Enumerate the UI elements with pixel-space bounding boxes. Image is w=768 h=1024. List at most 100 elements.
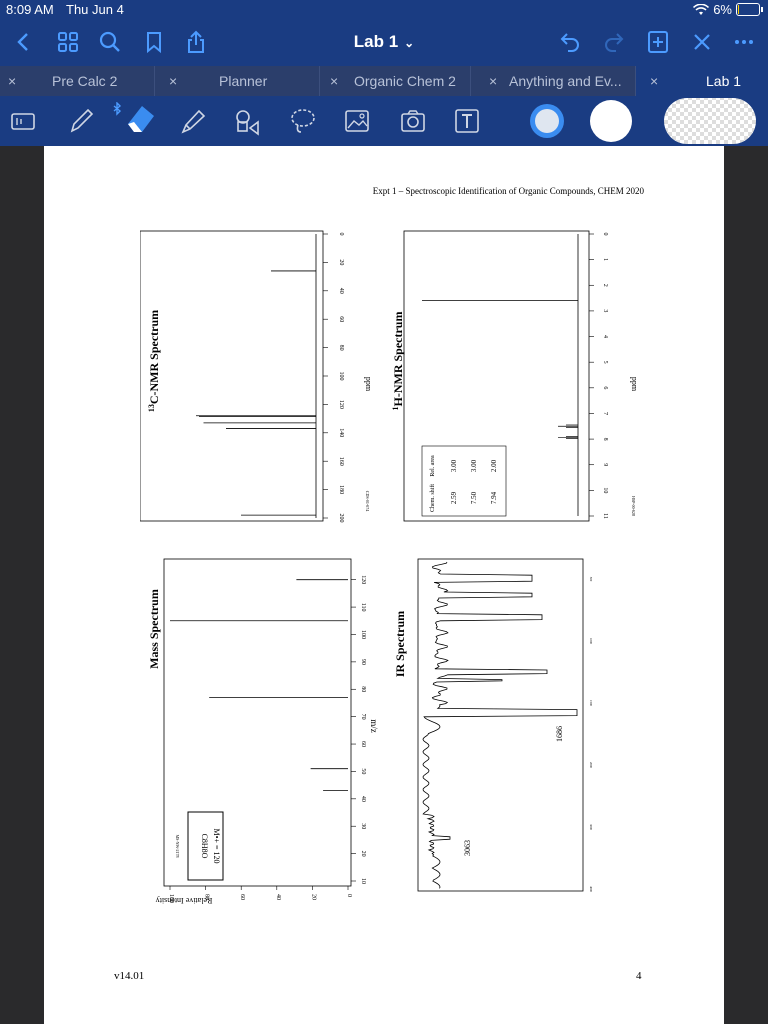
page-footer-version: v14.01 — [114, 970, 145, 982]
h1-tick-label: 5 — [602, 361, 608, 364]
ms-formula-box: C8H8O M•+ = 120 — [187, 811, 224, 881]
nav-bar: Lab 1 ⌄ — [0, 20, 768, 66]
image-icon[interactable] — [342, 106, 372, 136]
ms-tick-label: 80 — [360, 686, 366, 692]
wifi-icon — [693, 3, 710, 15]
ms-tick-label: 10 — [360, 878, 366, 884]
close-icon[interactable]: × — [650, 66, 658, 96]
tab-organic-chem[interactable]: × Organic Chem 2 — [320, 66, 471, 96]
ir-title: IR Spectrum — [393, 611, 407, 677]
c13-tick-label: 0 — [338, 233, 344, 236]
svg-text:13C-NMR Spectrum: 13C-NMR Spectrum — [147, 310, 161, 412]
tab-label[interactable]: Anything and Ev... — [509, 66, 622, 96]
document-page[interactable]: Expt 1 – Spectroscopic Identification of… — [44, 146, 724, 1024]
h1-tick-label: 8 — [602, 438, 608, 441]
tool-bar — [0, 96, 768, 146]
h1-title-rest: H-NMR Spectrum — [392, 312, 405, 407]
ir-tick-label: 2000 — [589, 762, 593, 769]
ir-peak-label: 3063 — [463, 840, 472, 856]
ir-tick-label: 1500 — [589, 700, 593, 707]
ms-ytick-label: 40 — [275, 894, 281, 900]
highlighter-icon[interactable] — [178, 106, 208, 136]
c13-tick-label: 160 — [338, 457, 344, 466]
color-swatch-white[interactable] — [588, 98, 634, 144]
tab-pre-calc[interactable]: × Pre Calc 2 — [0, 66, 155, 96]
c13-tick-label: 140 — [338, 428, 344, 437]
h1-tick-label: 6 — [602, 386, 608, 389]
h1-tick-label: 1 — [602, 258, 608, 261]
c13-tick-label: 40 — [338, 288, 344, 294]
tab-label[interactable]: Organic Chem 2 — [354, 66, 456, 96]
eraser-icon[interactable] — [122, 100, 158, 136]
ir-tick-label: 3000 — [589, 824, 593, 831]
tab-bar: × Pre Calc 2 × Planner × Organic Chem 2 × An… — [0, 66, 768, 96]
shapes-icon[interactable] — [232, 106, 262, 136]
close-icon[interactable]: × — [489, 66, 497, 96]
tab-label[interactable]: Lab 1 — [706, 66, 741, 96]
c13-tick-label: 120 — [338, 400, 344, 409]
text-box-icon[interactable] — [452, 106, 482, 136]
pen-icon[interactable] — [66, 106, 96, 136]
c13-unit: ppm — [364, 377, 373, 392]
ms-title: Mass Spectrum — [147, 589, 161, 669]
lasso-icon[interactable] — [288, 106, 318, 136]
ir-tick-label: 1000 — [589, 638, 593, 645]
h1-tick-label: 9 — [602, 463, 608, 466]
tab-label[interactable]: Planner — [219, 66, 267, 96]
battery-icon — [736, 3, 763, 16]
c13-title-rest: C-NMR Spectrum — [147, 310, 161, 404]
h1-integration-table: Chem. shift Rel. area 2.59 3.00 7.50 3.0… — [421, 445, 507, 517]
undo-icon[interactable] — [558, 30, 582, 54]
more-icon[interactable] — [732, 30, 756, 54]
c13-tick-label: 180 — [338, 485, 344, 494]
ms-ytick-label: 0 — [346, 894, 352, 897]
tab-label[interactable]: Pre Calc 2 — [52, 66, 117, 96]
ms-tick-label: 60 — [360, 741, 366, 747]
ms-tick-label: 30 — [360, 823, 366, 829]
ms-tick-label: 70 — [360, 714, 366, 720]
h1-tick-label: 10 — [602, 487, 608, 493]
mass-spectrum: Mass Spectrum 10 20 30 40 50 60 70 80 90 100 110 12… — [147, 558, 379, 905]
h1-tick-label: 4 — [602, 335, 608, 338]
tab-planner[interactable]: × Planner — [155, 66, 320, 96]
close-icon[interactable]: × — [8, 66, 16, 96]
ms-xlabel: m/z — [369, 719, 379, 733]
close-icon[interactable]: × — [169, 66, 177, 96]
h1-table-cell: 2.00 — [490, 459, 498, 472]
c13-tick-label: 100 — [338, 372, 344, 381]
add-page-icon[interactable] — [646, 30, 670, 54]
pen-cross-icon[interactable] — [690, 30, 714, 54]
ir-tick-label: 4000 — [589, 886, 593, 893]
status-bar: 8:09 AM Thu Jun 4 6% — [0, 0, 768, 20]
color-swatch-selected[interactable] — [528, 102, 566, 140]
document-title[interactable]: Lab 1 — [354, 32, 398, 51]
tab-anything[interactable]: × Anything and Ev... — [471, 66, 636, 96]
h1-tick-label: 7 — [602, 412, 608, 415]
ir-spectrum: IR Spectrum 1686 3063 4000 3000 2000 1500 10… — [393, 558, 593, 893]
ms-ytick-label: 60 — [239, 894, 245, 900]
h1-tick-label: 11 — [602, 513, 608, 519]
status-time: 8:09 AM — [6, 2, 54, 17]
h1-table-cell: 3.00 — [450, 459, 458, 472]
zoom-window-icon[interactable] — [8, 106, 38, 136]
camera-icon[interactable] — [398, 106, 428, 136]
redo-icon[interactable] — [602, 30, 626, 54]
h1-table-cell: 3.00 — [470, 459, 478, 472]
ir-tick-label: 500 — [589, 577, 593, 582]
h1-nmr-spectrum: 1H-NMR Spectrum 0 1 2 3 4 5 6 7 8 9 10 11 Chem. shi… — [392, 230, 639, 522]
ms-molecular-ion: M•+ = 120 — [212, 829, 221, 864]
h1-code: HSP-00-628 — [631, 496, 636, 516]
tab-lab-1[interactable]: × Lab 1 — [636, 66, 768, 96]
ms-formula: C8H8O — [200, 834, 209, 859]
close-icon[interactable]: × — [330, 66, 338, 96]
h1-table-header-shift: Chem. shift — [429, 484, 436, 512]
c13-tick-label: 60 — [338, 316, 344, 322]
thickness-swatch[interactable] — [664, 96, 756, 146]
battery-percent: 6% — [713, 2, 732, 17]
left-margin — [0, 146, 44, 1024]
ms-tick-label: 120 — [360, 575, 366, 584]
c13-tick-label: 20 — [338, 259, 344, 265]
h1-tick-label: 0 — [602, 233, 608, 236]
chevron-down-icon[interactable]: ⌄ — [404, 36, 414, 50]
h1-table-cell: 2.59 — [450, 491, 458, 504]
